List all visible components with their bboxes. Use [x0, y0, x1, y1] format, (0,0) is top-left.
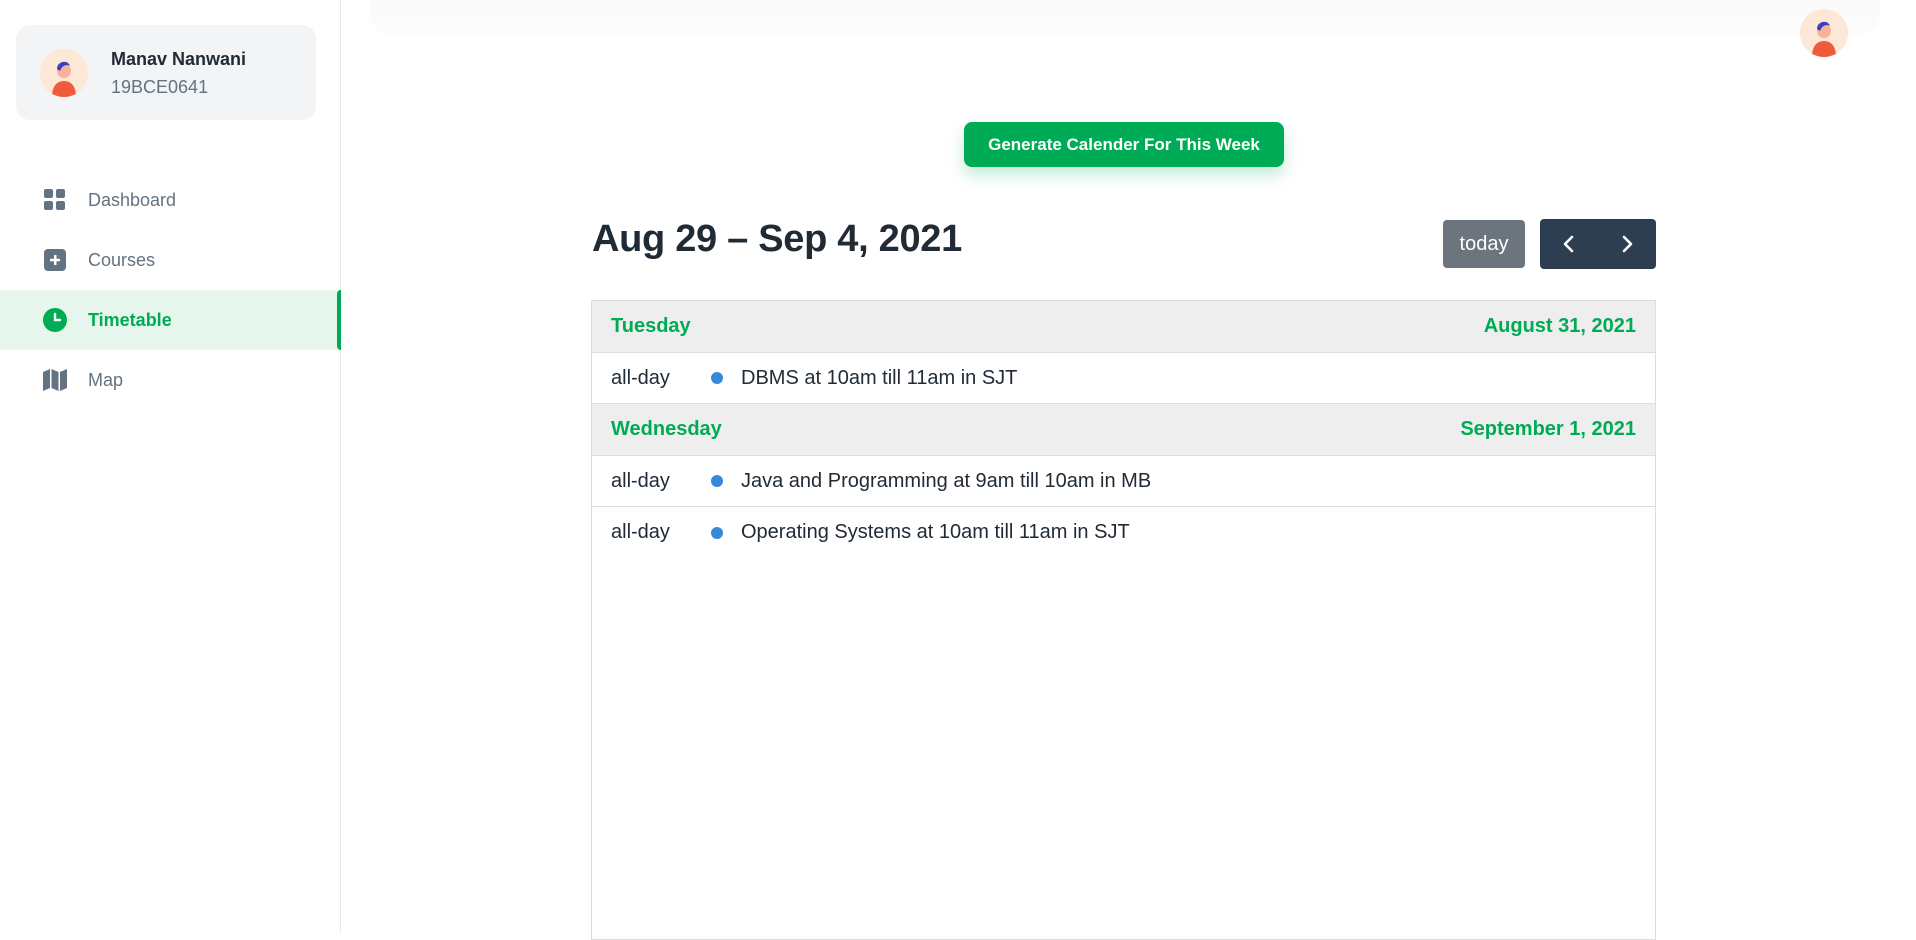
account-id: 19BCE0641 [111, 77, 209, 97]
account-menu-avatar[interactable] [1800, 9, 1848, 57]
event-title: DBMS at 10am till 11am in SJT [741, 366, 1018, 389]
dashboard-icon [43, 188, 67, 212]
sidebar-item-label: Map [88, 369, 124, 390]
sidebar-item-label: Dashboard [88, 189, 177, 210]
event-title: Java and Programming at 9am till 10am in… [741, 469, 1152, 492]
day-date: September 1, 2021 [1460, 418, 1636, 440]
sidebar-item-map[interactable]: Map [0, 350, 341, 410]
sidebar-item-label: Timetable [88, 309, 172, 330]
person-avatar-icon [1800, 9, 1848, 57]
calendar-list-view: Tuesday August 31, 2021 all-day DBMS at … [591, 300, 1656, 940]
next-week-button[interactable] [1598, 219, 1656, 269]
sidebar-item-timetable[interactable]: Timetable [0, 290, 341, 350]
calendar-nav-buttons [1540, 219, 1656, 269]
day-header[interactable]: Wednesday September 1, 2021 [592, 404, 1655, 456]
account-card[interactable]: Manav Nanwani 19BCE0641 [16, 25, 316, 120]
sidebar: Manav Nanwani 19BCE0641 Dashboard Course… [0, 0, 341, 932]
day-date: August 31, 2021 [1483, 315, 1636, 337]
sidebar-item-dashboard[interactable]: Dashboard [0, 170, 341, 230]
chevron-left-icon [1563, 235, 1574, 253]
day-weekday: Tuesday [611, 315, 691, 337]
calendar-title: Aug 29 – Sep 4, 2021 [592, 218, 962, 260]
clock-icon [43, 308, 67, 332]
person-avatar-icon [40, 49, 88, 97]
event-time: all-day [611, 366, 670, 389]
event-row[interactable]: all-day Operating Systems at 10am till 1… [592, 507, 1655, 558]
generate-calendar-button[interactable]: Generate Calender For This Week [964, 122, 1284, 167]
day-header[interactable]: Tuesday August 31, 2021 [592, 301, 1655, 353]
top-bar [370, 0, 1880, 34]
day-weekday: Wednesday [611, 418, 722, 440]
event-title: Operating Systems at 10am till 11am in S… [741, 521, 1130, 543]
sidebar-item-courses[interactable]: Courses [0, 230, 341, 290]
sidebar-item-label: Courses [88, 249, 156, 270]
event-dot-icon [711, 526, 723, 539]
event-row[interactable]: all-day DBMS at 10am till 11am in SJT [592, 353, 1655, 404]
event-time: all-day [611, 469, 670, 492]
user-avatar [40, 49, 88, 97]
sidebar-nav: Dashboard Courses Timetable Map [0, 170, 341, 410]
account-name: Manav Nanwani [111, 49, 247, 69]
prev-week-button[interactable] [1540, 219, 1598, 269]
today-button[interactable]: today [1443, 220, 1525, 268]
map-icon [43, 368, 67, 392]
event-dot-icon [711, 372, 723, 384]
event-row[interactable]: all-day Java and Programming at 9am till… [592, 456, 1655, 507]
plus-square-icon [43, 248, 67, 272]
event-time: all-day [611, 521, 670, 543]
chevron-right-icon [1622, 235, 1633, 253]
event-dot-icon [711, 475, 723, 487]
